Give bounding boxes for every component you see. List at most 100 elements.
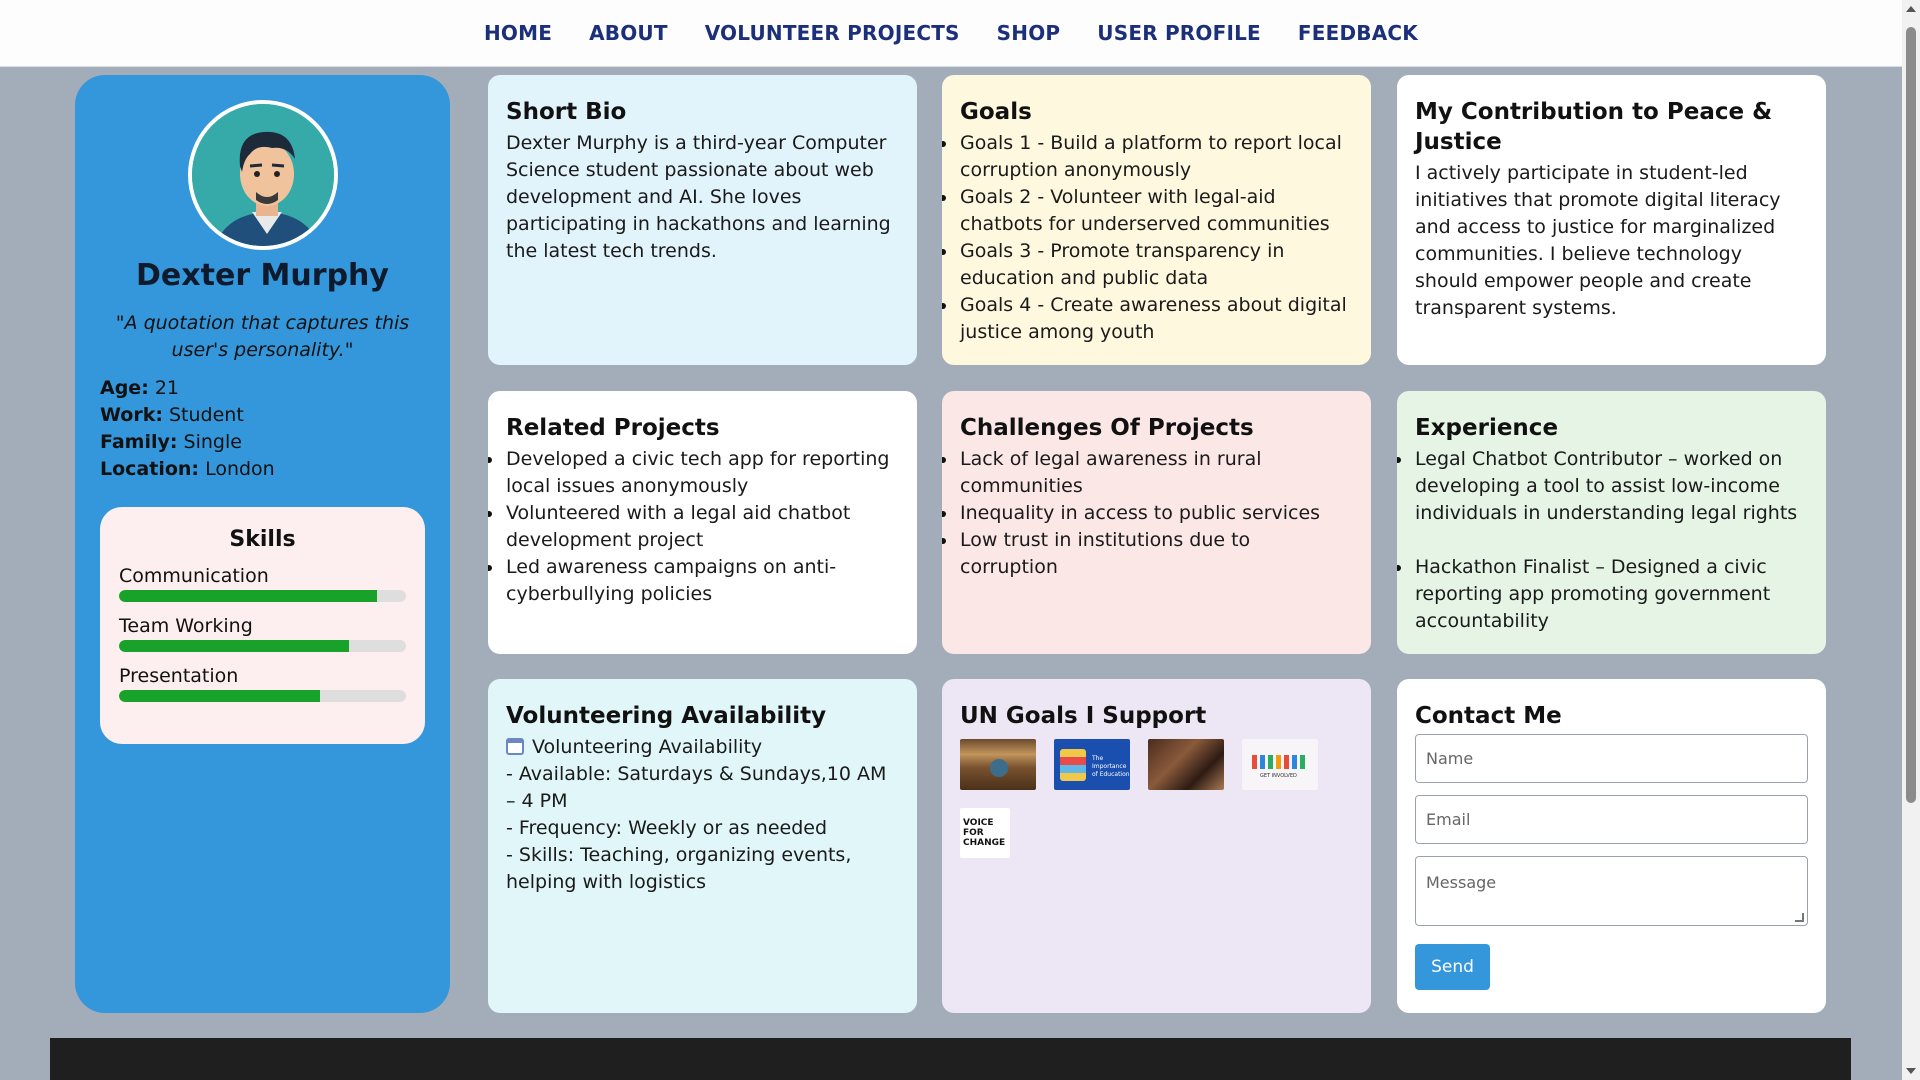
skill-bar-fill [119, 640, 349, 652]
challenges-title: Challenges Of Projects [960, 415, 1254, 441]
challenges-list: Lack of legal awareness in rural communi… [942, 446, 1353, 581]
name-placeholder: Name [1426, 749, 1474, 768]
avatar [188, 100, 338, 250]
footer [50, 1038, 1851, 1080]
availability-title: Volunteering Availability [506, 703, 827, 729]
related-projects-list: Developed a civic tech app for reporting… [488, 446, 899, 608]
list-item: Goals 2 - Volunteer with legal-aid chatb… [942, 184, 1353, 238]
image-caption: The Importance of Education [1092, 755, 1130, 778]
skill-bar-fill [119, 690, 320, 702]
nav-user-profile[interactable]: USER PROFILE [1097, 21, 1261, 45]
skill-item: Team Working [119, 614, 406, 652]
list-item: Inequality in access to public services [942, 500, 1353, 527]
list-item: Developed a civic tech app for reporting… [488, 446, 899, 500]
skill-name: Presentation [119, 665, 239, 687]
location-value: London [199, 458, 275, 480]
skill-name: Team Working [119, 615, 253, 637]
list-item: Goals 3 - Promote transparency in educat… [942, 238, 1353, 292]
work-row: Work: Student [100, 402, 425, 429]
location-label: Location: [100, 458, 200, 480]
contact-card: Contact Me Name Email Message Send [1397, 679, 1826, 1013]
skill-bar-fill [119, 590, 378, 602]
message-field[interactable]: Message [1415, 856, 1808, 926]
age-label: Age: [100, 377, 149, 399]
goals-title: Goals [960, 99, 1032, 125]
contribution-text: I actively participate in student-led in… [1415, 162, 1781, 319]
list-item: Led awareness campaigns on anti-cyberbul… [488, 554, 899, 608]
list-item: Volunteered with a legal aid chatbot dev… [488, 500, 899, 554]
importance-of-education-image[interactable]: The Importance of Education [1054, 739, 1130, 790]
availability-subtitle-row: Volunteering Availability [506, 734, 899, 761]
email-field[interactable]: Email [1415, 795, 1808, 844]
skill-item: Presentation [119, 664, 406, 702]
availability-card: Volunteering Availability Volunteering A… [488, 679, 917, 1013]
goals-list: Goals 1 - Build a platform to report loc… [942, 130, 1353, 346]
library-books-image[interactable] [960, 739, 1036, 790]
profile-card: Dexter Murphy "A quotation that captures… [75, 75, 450, 1013]
challenges-card: Challenges Of Projects Lack of legal awa… [942, 391, 1371, 654]
short-bio-card: Short Bio Dexter Murphy is a third-year … [488, 75, 917, 365]
un-goals-title: UN Goals I Support [960, 703, 1207, 729]
related-projects-card: Related Projects Developed a civic tech … [488, 391, 917, 654]
experience-list: Legal Chatbot Contributor – worked on de… [1397, 446, 1808, 635]
age-value: 21 [148, 377, 180, 399]
profile-info: Age: 21 Work: Student Family: Single Loc… [100, 375, 425, 483]
user-avatar-icon [192, 104, 334, 246]
age-row: Age: 21 [100, 375, 425, 402]
availability-line: - Skills: Teaching, organizing events, h… [506, 844, 852, 893]
experience-title: Experience [1415, 415, 1559, 441]
list-item: Low trust in institutions due to corrupt… [942, 527, 1353, 581]
profile-quote: "A quotation that captures this user's p… [115, 312, 410, 361]
scroll-up-icon[interactable] [1906, 6, 1916, 12]
availability-line: - Available: Saturdays & Sundays,10 AM –… [506, 763, 887, 812]
family-value: Single [177, 431, 242, 453]
voice-for-change-image[interactable]: VOICE FOR CHANGE [960, 808, 1010, 858]
nav-volunteer-projects[interactable]: VOLUNTEER PROJECTS [705, 21, 960, 45]
nav-about[interactable]: ABOUT [589, 21, 668, 45]
email-placeholder: Email [1426, 810, 1471, 829]
un-goals-card: UN Goals I Support The Importance of Edu… [942, 679, 1371, 1013]
get-involved-image[interactable]: GET INVOLVED [1242, 739, 1318, 790]
group-hands-image[interactable] [1148, 739, 1224, 790]
message-placeholder: Message [1426, 873, 1497, 892]
contribution-card: My Contribution to Peace & Justice I act… [1397, 75, 1826, 365]
experience-card: Experience Legal Chatbot Contributor – w… [1397, 391, 1826, 654]
goals-card: Goals Goals 1 - Build a platform to repo… [942, 75, 1371, 365]
availability-line: - Frequency: Weekly or as needed [506, 817, 828, 839]
list-item: Hackathon Finalist – Designed a civic re… [1397, 554, 1808, 635]
calendar-icon [506, 738, 524, 755]
availability-subtitle: Volunteering Availability [532, 736, 763, 758]
skill-item: Communication [119, 564, 406, 602]
nav-home[interactable]: HOME [484, 21, 552, 45]
skills-title: Skills [229, 527, 296, 552]
image-caption: GET INVOLVED [1260, 773, 1297, 779]
skill-bar [119, 640, 406, 652]
nav-shop[interactable]: SHOP [997, 21, 1061, 45]
top-navigation: HOME ABOUT VOLUNTEER PROJECTS SHOP USER … [0, 0, 1902, 67]
list-item: Legal Chatbot Contributor – worked on de… [1397, 446, 1808, 527]
list-item: Goals 4 - Create awareness about digital… [942, 292, 1353, 346]
page-scrollbar[interactable] [1902, 0, 1920, 1080]
skill-bar [119, 590, 406, 602]
send-button[interactable]: Send [1415, 944, 1490, 990]
image-caption: VOICE FOR CHANGE [963, 818, 1006, 848]
skill-name: Communication [119, 565, 269, 587]
list-item: Goals 1 - Build a platform to report loc… [942, 130, 1353, 184]
nav-feedback[interactable]: FEEDBACK [1298, 21, 1418, 45]
contact-title: Contact Me [1415, 703, 1562, 729]
profile-name: Dexter Murphy [136, 258, 389, 293]
family-label: Family: [100, 431, 178, 453]
un-goals-gallery: The Importance of Education GET INVOLVED… [960, 739, 1340, 858]
skill-bar [119, 690, 406, 702]
list-item: Lack of legal awareness in rural communi… [942, 446, 1353, 500]
work-label: Work: [100, 404, 163, 426]
short-bio-text: Dexter Murphy is a third-year Computer S… [506, 132, 891, 262]
scroll-down-icon[interactable] [1906, 1068, 1916, 1074]
work-value: Student [162, 404, 244, 426]
location-row: Location: London [100, 456, 425, 483]
contribution-title: My Contribution to Peace & Justice [1415, 99, 1773, 155]
scrollbar-thumb[interactable] [1906, 27, 1916, 803]
related-projects-title: Related Projects [506, 415, 720, 441]
name-field[interactable]: Name [1415, 734, 1808, 783]
skills-panel: Skills Communication Team Working Presen… [100, 507, 425, 744]
